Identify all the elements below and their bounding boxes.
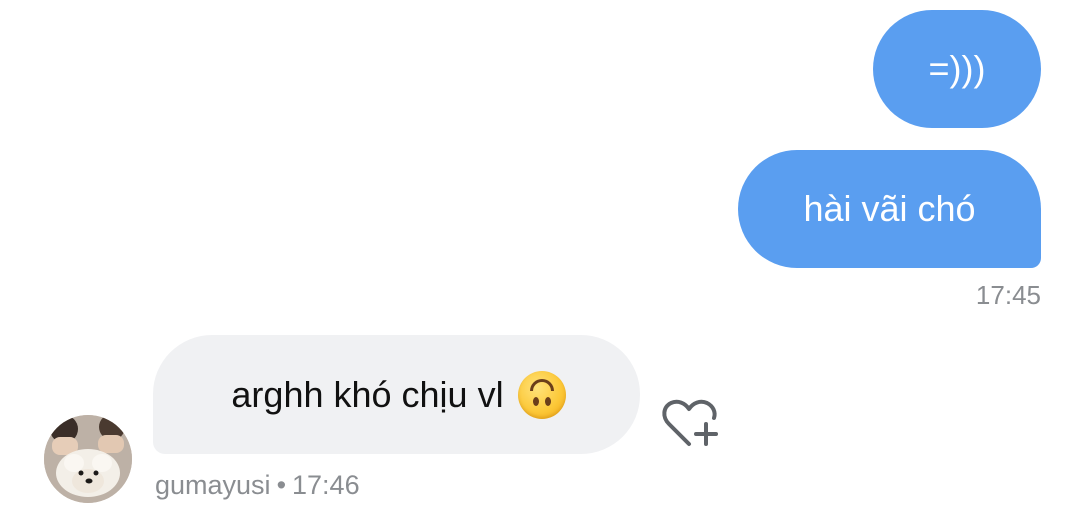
sent-message-bubble[interactable]: =))) xyxy=(873,10,1041,128)
received-message-meta: gumayusi • 17:46 xyxy=(155,470,360,501)
upside-down-face-emoji-icon xyxy=(517,370,566,419)
conversation-thread: =))) hài vãi chó 17:45 arghh khó chịu vl xyxy=(0,0,1080,508)
received-timestamp: 17:46 xyxy=(292,470,360,500)
message-text: arghh khó chịu vl xyxy=(231,373,504,415)
received-message-bubble[interactable]: arghh khó chịu vl xyxy=(153,335,640,454)
meta-separator: • xyxy=(276,470,287,500)
sent-message-bubble[interactable]: hài vãi chó xyxy=(738,150,1041,268)
message-text: hài vãi chó xyxy=(803,188,976,229)
sender-avatar[interactable] xyxy=(44,415,132,503)
sender-username[interactable]: gumayusi xyxy=(155,470,271,500)
message-text: =))) xyxy=(928,48,986,89)
sent-timestamp: 17:45 xyxy=(975,280,1041,310)
add-reaction-heart-plus-icon[interactable] xyxy=(660,398,722,450)
